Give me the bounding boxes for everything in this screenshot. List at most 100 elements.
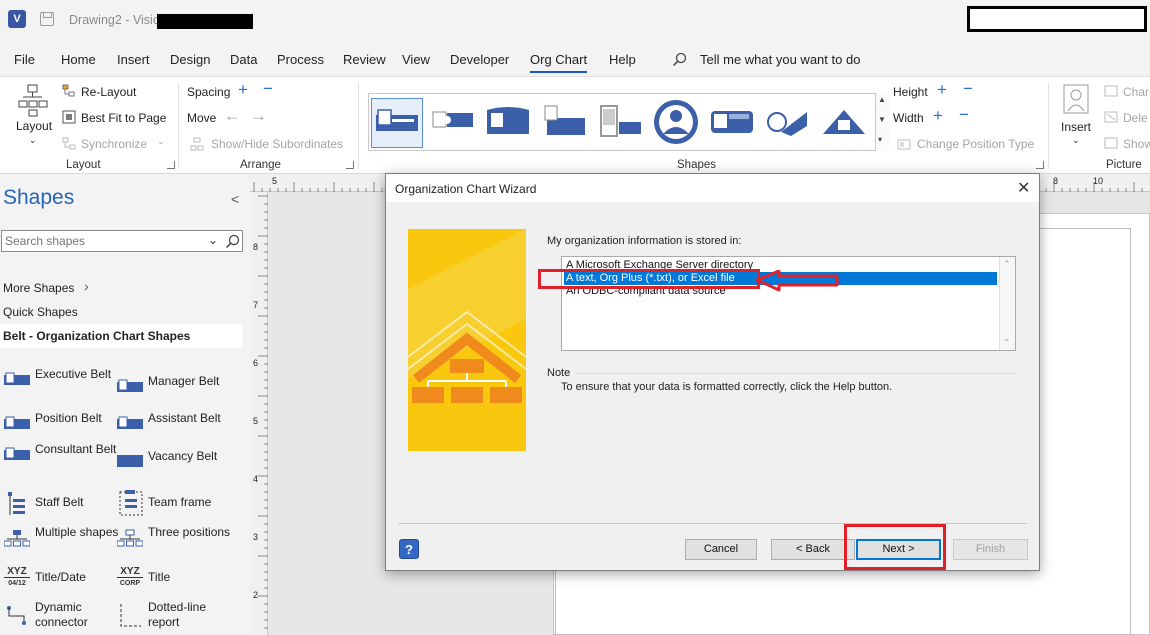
- height-label: Height: [893, 85, 928, 99]
- shapes-launcher-icon[interactable]: [1036, 161, 1044, 169]
- style-option-9[interactable]: [819, 98, 871, 148]
- finish-button[interactable]: Finish: [953, 539, 1028, 560]
- layout-launcher-icon[interactable]: [167, 161, 175, 169]
- stencil-item-position-belt[interactable]: Position Belt: [0, 411, 120, 443]
- tab-review[interactable]: Review: [343, 52, 386, 67]
- show-hide-subordinates-button[interactable]: Show/Hide Subordinates: [211, 137, 343, 151]
- stencil-item-dotted-line-report[interactable]: Dotted-line report: [113, 600, 233, 632]
- data-source-prompt: My organization information is stored in…: [547, 235, 742, 247]
- shapes-group-label: Shapes: [677, 159, 717, 171]
- show-picture-button[interactable]: Show: [1123, 137, 1150, 151]
- move-left-icon[interactable]: ←: [224, 106, 241, 126]
- tell-me-box[interactable]: Tell me what you want to do: [700, 52, 860, 67]
- search-shapes-box: ⌄: [1, 230, 243, 252]
- vacancy-belt-icon: [117, 455, 143, 467]
- title-bar: V Drawing2 - Visio: [0, 0, 1150, 44]
- style-option-8[interactable]: [763, 98, 815, 148]
- change-picture-button[interactable]: Char: [1123, 85, 1149, 99]
- more-shapes-chevron-icon[interactable]: ›: [84, 278, 89, 294]
- width-increase-icon[interactable]: +: [933, 106, 943, 126]
- ruler-mark: 7: [253, 300, 259, 310]
- width-decrease-icon[interactable]: −: [959, 105, 969, 125]
- stencil-item-executive-belt[interactable]: Executive Belt: [0, 367, 120, 399]
- search-icon[interactable]: [225, 234, 240, 249]
- tab-design[interactable]: Design: [170, 52, 210, 67]
- insert-chevron-icon[interactable]: ⌄: [1072, 135, 1080, 146]
- visio-logo-icon: V: [8, 10, 26, 28]
- tab-data[interactable]: Data: [230, 52, 257, 67]
- best-fit-button[interactable]: Best Fit to Page: [81, 111, 166, 125]
- style-option-6[interactable]: [651, 98, 703, 148]
- tab-developer[interactable]: Developer: [450, 52, 509, 67]
- stencil-item-consultant-belt[interactable]: Consultant Belt: [0, 442, 120, 474]
- stencil-item-vacancy-belt[interactable]: Vacancy Belt: [113, 449, 233, 481]
- stencil-item-team-frame[interactable]: Team frame: [113, 490, 233, 527]
- style-option-3[interactable]: [483, 98, 535, 148]
- ruler-mark: 8: [253, 242, 259, 252]
- annotation-highlight-option: [538, 269, 760, 289]
- tab-home[interactable]: Home: [61, 52, 96, 67]
- style-option-5[interactable]: [595, 98, 647, 148]
- stencil-item-label: Multiple shapes: [35, 525, 119, 539]
- stencil-item-manager-belt[interactable]: Manager Belt: [113, 374, 233, 406]
- ruler-mark: 5: [253, 416, 259, 426]
- gallery-scrollbar[interactable]: ▲ ▼ ▾: [875, 93, 889, 151]
- tab-file[interactable]: File: [14, 52, 35, 67]
- style-option-2[interactable]: [427, 98, 479, 148]
- tab-insert[interactable]: Insert: [117, 52, 150, 67]
- spacing-decrease-icon[interactable]: −: [263, 79, 273, 99]
- tab-org-chart[interactable]: Org Chart: [530, 52, 588, 73]
- tab-view[interactable]: View: [402, 52, 430, 67]
- tab-help[interactable]: Help: [609, 52, 636, 67]
- stencil-item-assistant-belt[interactable]: Assistant Belt: [113, 411, 233, 443]
- stencil-item-label: Vacancy Belt: [148, 449, 218, 463]
- search-shapes-input[interactable]: [2, 231, 202, 251]
- quick-shapes-link[interactable]: Quick Shapes: [3, 305, 78, 319]
- relayout-button[interactable]: Re-Layout: [81, 85, 136, 99]
- insert-picture-button[interactable]: Insert: [1061, 120, 1091, 134]
- more-shapes-link[interactable]: More Shapes: [3, 281, 74, 295]
- height-decrease-icon[interactable]: −: [963, 79, 973, 99]
- synchronize-button[interactable]: Synchronize: [81, 137, 147, 151]
- menu-tabs: File Home Insert Design Data Process Rev…: [0, 44, 1150, 74]
- search-dropdown-chevron-icon[interactable]: ⌄: [208, 233, 218, 247]
- listbox-scrollbar[interactable]: ⌃ ⌄: [999, 257, 1015, 350]
- icon-caption: XYZ: [120, 566, 140, 577]
- collapse-pane-icon[interactable]: <: [231, 191, 239, 207]
- stencil-item-title-date[interactable]: XYZ 04/12 Title/Date: [0, 566, 120, 602]
- arrange-launcher-icon[interactable]: [346, 161, 354, 169]
- help-button[interactable]: ?: [399, 539, 419, 559]
- stencil-item-staff-belt[interactable]: Staff Belt: [0, 492, 120, 527]
- move-right-icon[interactable]: →: [250, 106, 267, 126]
- spacing-increase-icon[interactable]: +: [238, 80, 248, 100]
- width-label: Width: [893, 111, 924, 125]
- back-button[interactable]: < Back: [771, 539, 855, 560]
- org-chart-wizard-dialog: Organization Chart Wizard ✕ My organizat…: [385, 173, 1040, 571]
- tab-process[interactable]: Process: [277, 52, 324, 67]
- save-icon[interactable]: [40, 12, 54, 26]
- close-icon[interactable]: ✕: [1017, 178, 1030, 198]
- document-title: Drawing2 - Visio: [69, 13, 160, 27]
- stencil-item-label: Dynamic connector: [35, 600, 88, 629]
- cancel-button[interactable]: Cancel: [685, 539, 757, 560]
- change-position-type-icon: [897, 139, 911, 150]
- multiple-shapes-icon: [4, 530, 30, 547]
- arrange-group-label: Arrange: [240, 159, 281, 171]
- layout-button[interactable]: Layout: [16, 119, 52, 133]
- change-position-type-button[interactable]: Change Position Type: [917, 137, 1034, 151]
- stencil-item-multiple-shapes[interactable]: Multiple shapes: [0, 525, 120, 557]
- layout-dropdown-chevron-icon[interactable]: ⌄: [29, 135, 37, 146]
- height-increase-icon[interactable]: +: [937, 80, 947, 100]
- delete-picture-button[interactable]: Dele: [1123, 111, 1148, 125]
- stencil-item-three-positions[interactable]: Three positions: [113, 525, 233, 557]
- dotted-line-report-icon: [120, 604, 141, 627]
- style-option-1[interactable]: [371, 98, 423, 148]
- stencil-item-dynamic-connector[interactable]: Dynamic connector: [0, 600, 120, 632]
- position-belt-icon: [4, 416, 30, 429]
- style-option-7[interactable]: [707, 98, 759, 148]
- stencil-item-title[interactable]: XYZ CORP Title: [113, 566, 233, 602]
- stencil-item-label: Staff Belt: [35, 495, 84, 509]
- stencil-item-label: Position Belt: [35, 411, 102, 425]
- stencil-title[interactable]: Belt - Organization Chart Shapes: [0, 324, 243, 348]
- style-option-4[interactable]: [539, 98, 591, 148]
